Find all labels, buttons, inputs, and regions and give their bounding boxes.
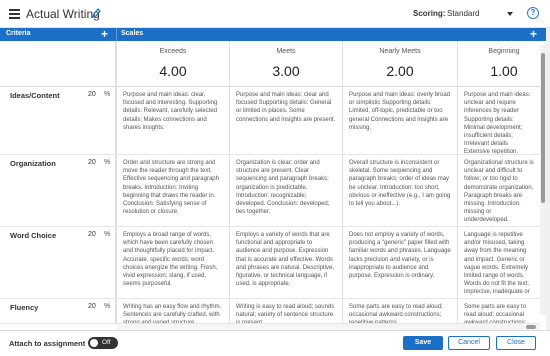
scoring-dropdown[interactable]: Standard — [447, 9, 479, 18]
top-bar: Actual Writing Scoring: Standard ? — [0, 0, 550, 28]
criterion-row[interactable]: Word Choice 20 % — [0, 227, 116, 299]
cancel-button[interactable]: Cancel — [448, 336, 490, 350]
attach-label: Attach to assignment — [9, 339, 86, 348]
description-cell[interactable]: Organization is clear; order and structu… — [229, 155, 342, 227]
scoring-label: Scoring: — [413, 9, 446, 18]
criterion-weight[interactable]: 20 — [88, 303, 96, 310]
percent-symbol: % — [104, 91, 111, 98]
criteria-header: Criteria — [6, 30, 31, 37]
description-cell[interactable]: Some parts are easy to read aloud; occas… — [342, 299, 457, 324]
toggle-knob — [90, 339, 98, 347]
percent-symbol: % — [104, 303, 111, 310]
description-cell[interactable]: Purpose and main ideas: clear and focuse… — [229, 87, 342, 155]
scale-name: Beginning — [488, 48, 520, 55]
attach-toggle[interactable]: Off — [88, 337, 118, 349]
save-button[interactable]: Save — [403, 336, 443, 350]
description-cell[interactable]: Purpose and main ideas: overly broad or … — [342, 87, 457, 155]
menu-icon[interactable] — [9, 9, 20, 19]
criterion-weight[interactable]: 20 — [88, 91, 96, 98]
description-cell[interactable]: Order and structure are strong and move … — [116, 155, 229, 227]
description-cell[interactable]: Organizational structure is unclear and … — [457, 155, 540, 227]
description-cell[interactable]: Some parts are easy to read aloud; occas… — [457, 299, 540, 324]
scale-score: 1.00 — [490, 63, 518, 79]
percent-symbol: % — [104, 159, 111, 166]
add-scale-icon[interactable]: + — [530, 27, 537, 41]
scale-name: Nearly Meets — [379, 48, 421, 55]
table-header: Criteria + Scales + — [0, 27, 550, 41]
add-criteria-icon[interactable]: + — [101, 27, 108, 41]
scale-score: 2.00 — [386, 63, 414, 79]
scale-name: Exceeds — [159, 48, 187, 55]
chevron-down-icon[interactable] — [507, 12, 513, 16]
criterion-name: Fluency — [10, 303, 39, 312]
criterion-name: Ideas/Content — [10, 91, 60, 100]
description-cell[interactable]: Employs a variety of words that are func… — [229, 227, 342, 299]
help-icon[interactable]: ? — [527, 7, 539, 19]
scrollbar-thumb[interactable] — [526, 325, 536, 329]
scrollbar-thumb[interactable] — [541, 53, 545, 203]
scale-column[interactable]: Nearly Meets 2.00 — [342, 41, 457, 87]
description-cell[interactable]: Employs a broad range of words, which ha… — [116, 227, 229, 299]
pencil-icon[interactable] — [91, 7, 101, 19]
footer-bar: Attach to assignment Off Save Cancel Clo… — [0, 330, 550, 356]
criterion-row[interactable]: Organization 20 % — [0, 155, 116, 227]
criterion-weight[interactable]: 20 — [88, 159, 96, 166]
criterion-name: Organization — [10, 159, 56, 168]
close-button[interactable]: Close — [496, 336, 536, 350]
criterion-weight[interactable]: 20 — [88, 231, 96, 238]
criterion-row[interactable]: Ideas/Content 20 % — [0, 87, 116, 155]
description-cell[interactable]: Overall structure is inconsistent or ske… — [342, 155, 457, 227]
scale-column[interactable]: Beginning 1.00 — [457, 41, 550, 87]
description-cell[interactable]: Purpose and main ideas: clear, focused a… — [116, 87, 229, 155]
description-cell[interactable]: Language is repetitive and/or misused, t… — [457, 227, 540, 299]
toggle-state: Off — [102, 339, 111, 346]
side-gutter — [546, 28, 550, 330]
criteria-column-spacer — [0, 41, 116, 87]
description-cell[interactable]: Purpose and main ideas: unclear and requ… — [457, 87, 540, 155]
page-title: Actual Writing — [26, 7, 100, 21]
description-cell[interactable]: Does not employ a variety of words, prod… — [342, 227, 457, 299]
scale-score: 4.00 — [159, 63, 187, 79]
percent-symbol: % — [104, 231, 111, 238]
criterion-row[interactable]: Fluency 20 % — [0, 299, 116, 324]
scale-score: 3.00 — [272, 63, 300, 79]
scale-column[interactable]: Meets 3.00 — [229, 41, 342, 87]
header-divider — [116, 28, 117, 41]
criterion-name: Word Choice — [10, 231, 57, 240]
scale-name: Meets — [276, 48, 296, 55]
description-cell[interactable]: Writing has an easy flow and rhythm. Sen… — [116, 299, 229, 324]
description-cell[interactable]: Writing is easy to read aloud; sounds na… — [229, 299, 342, 324]
scale-header-row: Exceeds 4.00 Meets 3.00 Nearly Meets 2.0… — [116, 41, 550, 87]
scales-header: Scales — [121, 30, 144, 37]
scale-column[interactable]: Exceeds 4.00 — [116, 41, 229, 87]
